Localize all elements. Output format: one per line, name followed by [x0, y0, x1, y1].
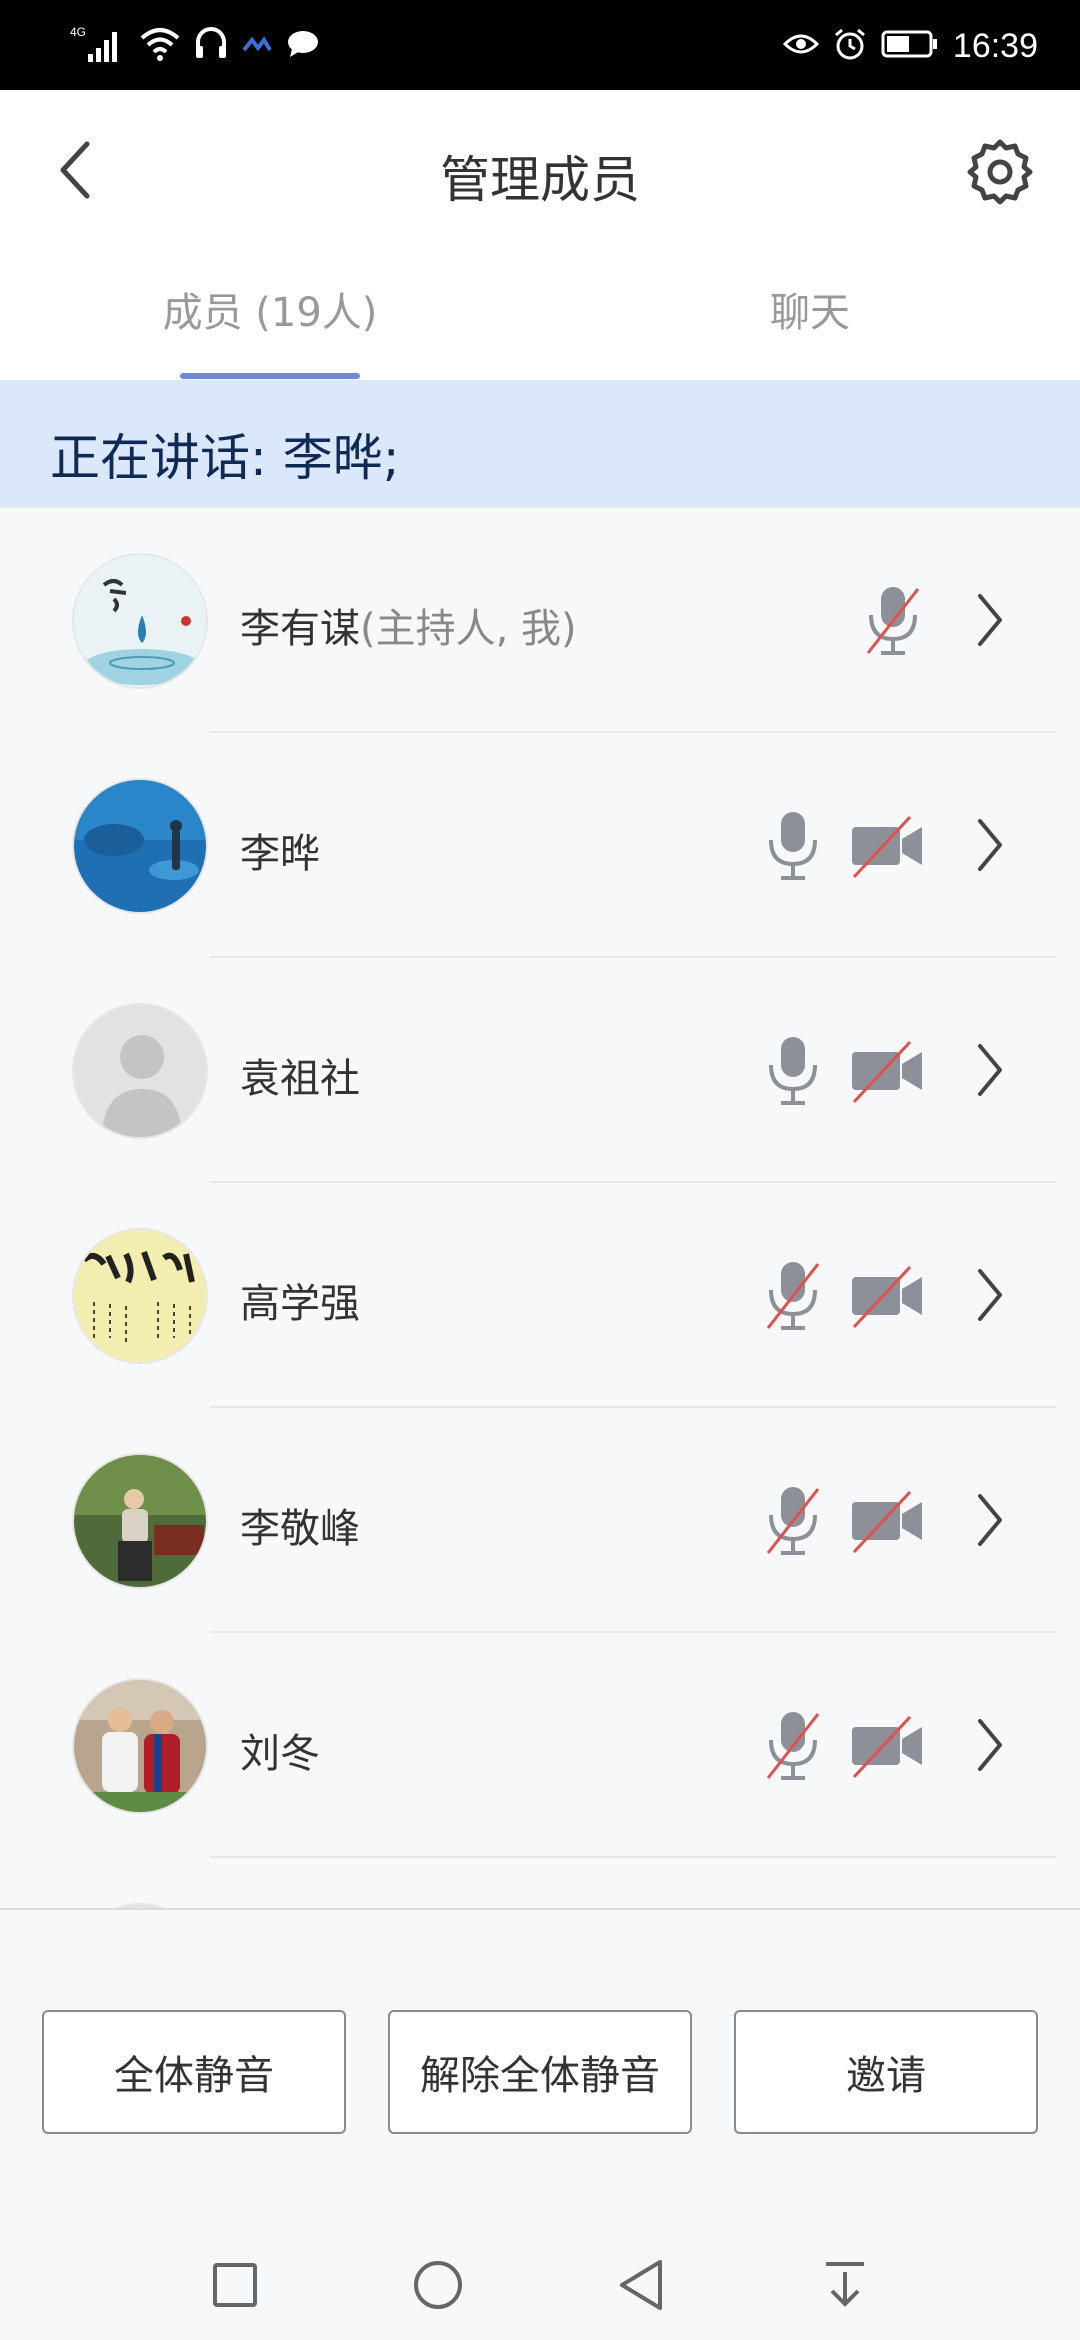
signal-icon: 4G [70, 24, 126, 68]
member-list[interactable]: 李有谋(主持人, 我) 李晔 袁祖社 高学强 李敬峰 刘冬 [0, 508, 1080, 1908]
member-name: 刘冬 [240, 1731, 320, 1777]
chevron-right-icon[interactable] [970, 1713, 1010, 1777]
avatar [72, 1228, 208, 1364]
tab-bar: 成员 (19人) 聊天 [0, 280, 1080, 380]
mute-all-button[interactable]: 全体静音 [42, 2010, 346, 2134]
camera-off-icon[interactable] [850, 1263, 926, 1329]
bottom-action-bar: 全体静音 解除全体静音 邀请 [0, 1908, 1080, 2340]
avatar [72, 1453, 208, 1589]
mic-muted-icon[interactable] [760, 1483, 826, 1559]
chevron-right-icon[interactable] [970, 813, 1010, 877]
member-name: 高学强 [240, 1281, 360, 1327]
member-row[interactable] [0, 1858, 1080, 1908]
member-name: 李有谋(主持人, 我) [240, 606, 577, 652]
member-name: 李晔 [240, 831, 320, 877]
member-row[interactable]: 高学强 [0, 1183, 1080, 1408]
chevron-right-icon[interactable] [970, 588, 1010, 652]
speaking-text: 正在讲话: 李晔; [50, 429, 400, 487]
notification-pulldown-icon[interactable] [810, 2250, 880, 2320]
home-icon[interactable] [403, 2250, 473, 2320]
avatar [72, 1003, 208, 1139]
gear-icon [967, 139, 1033, 205]
camera-off-icon[interactable] [850, 1713, 926, 1779]
member-row[interactable]: 李敬峰 [0, 1408, 1080, 1633]
member-role: (主持人, 我) [360, 606, 577, 652]
page-title: 管理成员 [440, 151, 640, 209]
chevron-right-icon[interactable] [970, 1488, 1010, 1552]
unmute-all-button[interactable]: 解除全体静音 [388, 2010, 692, 2134]
system-nav-bar [0, 2230, 1080, 2340]
member-name: 袁祖社 [240, 1056, 360, 1102]
mic-icon[interactable] [760, 1033, 826, 1109]
chat-bubble-icon [286, 29, 320, 63]
member-row[interactable]: 袁祖社 [0, 958, 1080, 1183]
header: 管理成员 成员 (19人) 聊天 [0, 90, 1080, 380]
status-bar: 4G 16:39 [0, 0, 1080, 90]
clock-time: 16:39 [952, 26, 1038, 65]
mic-icon[interactable] [760, 808, 826, 884]
avatar [72, 1678, 208, 1814]
member-row[interactable]: 李有谋(主持人, 我) [0, 508, 1080, 733]
chevron-right-icon[interactable] [970, 1038, 1010, 1102]
network-label: 4G [70, 25, 86, 39]
camera-off-icon[interactable] [850, 1038, 926, 1104]
mic-muted-icon[interactable] [760, 1258, 826, 1334]
headset-icon [194, 26, 228, 66]
back-icon[interactable] [606, 2250, 676, 2320]
alarm-icon [833, 27, 867, 65]
recent-apps-icon[interactable] [200, 2250, 270, 2320]
battery-icon [881, 29, 939, 63]
active-tab-indicator [180, 373, 360, 379]
camera-off-icon[interactable] [850, 813, 926, 879]
mic-muted-icon[interactable] [860, 583, 926, 659]
member-name: 李敬峰 [240, 1506, 360, 1552]
member-row[interactable]: 李晔 [0, 733, 1080, 958]
avatar [72, 553, 208, 689]
avatar [72, 778, 208, 914]
invite-button[interactable]: 邀请 [734, 2010, 1038, 2134]
tab-members[interactable]: 成员 (19人) [120, 280, 420, 380]
member-row[interactable]: 刘冬 [0, 1633, 1080, 1858]
camera-off-icon[interactable] [850, 1488, 926, 1554]
eye-icon [782, 30, 820, 62]
tab-chat[interactable]: 聊天 [660, 280, 960, 380]
app-notification-icon [242, 34, 272, 58]
chevron-right-icon[interactable] [970, 1263, 1010, 1327]
speaking-banner: 正在讲话: 李晔; [0, 380, 1080, 508]
wifi-icon [140, 26, 180, 66]
mic-muted-icon[interactable] [760, 1708, 826, 1784]
settings-button[interactable] [960, 132, 1040, 212]
